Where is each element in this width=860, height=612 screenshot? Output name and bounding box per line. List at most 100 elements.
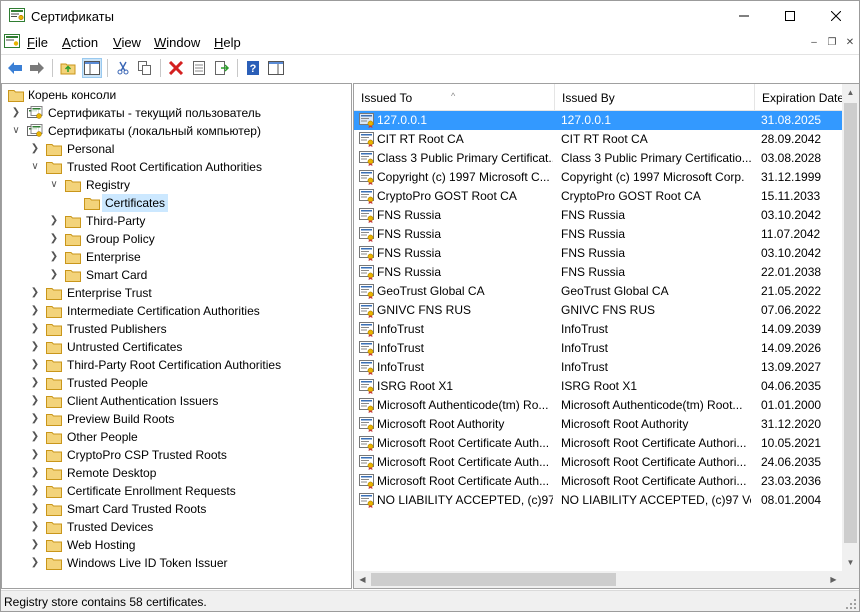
certificate-row[interactable]: Copyright (c) 1997 Microsoft C... Copyrig… [354,168,842,187]
column-header-issued-to[interactable]: Issued To ^ [354,84,555,110]
copy-button[interactable] [135,58,155,78]
certificate-row[interactable]: Class 3 Public Primary Certificat... Clas… [354,149,842,168]
tree-item-store[interactable]: ❯ Other People [2,428,342,446]
chevron-right-icon[interactable]: ❯ [29,500,41,518]
scroll-right-icon[interactable]: ▶ [825,571,842,588]
scroll-up-icon[interactable]: ▲ [842,84,859,101]
help-button[interactable]: ? [243,58,263,78]
scroll-left-icon[interactable]: ◀ [354,571,371,588]
title-bar[interactable]: Сертификаты [1,1,859,31]
certificate-row[interactable]: GeoTrust Global CA GeoTrust Global CA 21.0… [354,282,842,301]
menu-file[interactable]: File [27,35,48,50]
chevron-right-icon[interactable]: ❯ [29,446,41,464]
back-button[interactable] [5,58,25,78]
chevron-right-icon[interactable]: ❯ [29,518,41,536]
tree-item-store[interactable]: ❯ Third-Party Root Certification Authorit… [2,356,342,374]
certificate-row[interactable]: FNS Russia FNS Russia 03.10.2042 [354,206,842,225]
chevron-right-icon[interactable]: ❯ [48,266,60,284]
vertical-scroll-thumb[interactable] [844,103,857,543]
chevron-right-icon[interactable]: ❯ [10,104,22,122]
horizontal-scroll-thumb[interactable] [371,573,616,586]
console-tree[interactable]: Корень консоли ❯ Сертификаты - текущий п… [1,83,352,589]
resize-grip-icon[interactable] [845,598,857,610]
tree-item-store[interactable]: ❯ Certificate Enrollment Requests [2,482,342,500]
chevron-right-icon[interactable]: ❯ [29,536,41,554]
scroll-down-icon[interactable]: ▼ [842,554,859,571]
tree-item-root[interactable]: Корень консоли [2,86,342,104]
menu-window[interactable]: Window [154,35,200,50]
chevron-right-icon[interactable]: ❯ [29,410,41,428]
chevron-right-icon[interactable]: ❯ [29,464,41,482]
tree-item-store[interactable]: ❯ Remote Desktop [2,464,342,482]
tree-item-store[interactable]: ❯ Intermediate Certification Authorities [2,302,342,320]
up-level-button[interactable] [58,58,78,78]
minimize-button[interactable] [721,1,767,31]
tree-item-store[interactable]: ❯ Web Hosting [2,536,342,554]
delete-button[interactable] [166,58,186,78]
vertical-scrollbar[interactable]: ▲ ▼ [842,84,859,571]
chevron-down-icon[interactable]: ∨ [10,122,22,140]
certificate-row[interactable]: CryptoPro GOST Root CA CryptoPro GOST Roo… [354,187,842,206]
tree-item-personal[interactable]: ❯ Personal [2,140,342,158]
tree-item-store[interactable]: ❯ Untrusted Certificates [2,338,342,356]
column-header-issued-by[interactable]: Issued By [555,84,755,110]
chevron-right-icon[interactable]: ❯ [48,212,60,230]
certificate-row[interactable]: FNS Russia FNS Russia 22.01.2038 [354,263,842,282]
chevron-right-icon[interactable]: ❯ [29,338,41,356]
tree-item-local-computer[interactable]: ∨ Сертификаты (локальный компьютер) [2,122,342,140]
certificate-row[interactable]: InfoTrust InfoTrust 13.09.2027 [354,358,842,377]
tree-item-store[interactable]: ❯ Windows Live ID Token Issuer [2,554,342,572]
chevron-down-icon[interactable]: ∨ [48,176,60,194]
tree-item-store[interactable]: ❯ CryptoPro CSP Trusted Roots [2,446,342,464]
tree-item-store[interactable]: ❯ Client Authentication Issuers [2,392,342,410]
chevron-right-icon[interactable]: ❯ [29,140,41,158]
chevron-right-icon[interactable]: ❯ [29,374,41,392]
certificate-row[interactable]: CIT RT Root CA CIT RT Root CA 28.09.2042 [354,130,842,149]
certificate-row[interactable]: FNS Russia FNS Russia 11.07.2042 [354,225,842,244]
certificate-row[interactable]: Microsoft Root Certificate Auth... Micros… [354,453,842,472]
mdi-close-button[interactable]: ✕ [841,35,859,51]
tree-item-third-party[interactable]: ❯ Third-Party [2,212,342,230]
action-pane-button[interactable] [266,58,286,78]
certificate-row[interactable]: InfoTrust InfoTrust 14.09.2039 [354,320,842,339]
certificate-row[interactable]: 127.0.0.1 127.0.0.1 31.08.2025 [354,111,842,130]
chevron-right-icon[interactable]: ❯ [29,302,41,320]
tree-item-store[interactable]: ❯ Enterprise Trust [2,284,342,302]
chevron-right-icon[interactable]: ❯ [29,554,41,572]
tree-item-store[interactable]: ❯ Smart Card Trusted Roots [2,500,342,518]
tree-item-smart-card[interactable]: ❯ Smart Card [2,266,342,284]
show-hide-console-tree-button[interactable] [82,58,102,78]
certificate-row[interactable]: ISRG Root X1 ISRG Root X1 04.06.2035 [354,377,842,396]
menu-action[interactable]: Action [62,35,98,50]
chevron-right-icon[interactable]: ❯ [29,356,41,374]
chevron-right-icon[interactable]: ❯ [29,320,41,338]
console-menu-icon[interactable] [4,34,20,48]
chevron-right-icon[interactable]: ❯ [29,392,41,410]
tree-item-current-user[interactable]: ❯ Сертификаты - текущий пользователь [2,104,342,122]
maximize-button[interactable] [767,1,813,31]
tree-item-store[interactable]: ❯ Trusted People [2,374,342,392]
cut-button[interactable] [113,58,133,78]
tree-item-store[interactable]: ❯ Trusted Publishers [2,320,342,338]
export-list-button[interactable] [212,58,232,78]
certificate-row[interactable]: InfoTrust InfoTrust 14.09.2026 [354,339,842,358]
chevron-right-icon[interactable]: ❯ [48,230,60,248]
mdi-minimize-button[interactable]: – [805,35,823,51]
certificate-row[interactable]: Microsoft Root Authority Microsoft Root A… [354,415,842,434]
certificate-row[interactable]: GNIVC FNS RUS GNIVC FNS RUS 07.06.2022 [354,301,842,320]
chevron-down-icon[interactable]: ∨ [29,158,41,176]
chevron-right-icon[interactable]: ❯ [29,428,41,446]
certificate-list-view[interactable]: Issued To ^ Issued By Expiration Date 12… [353,83,859,589]
menu-help[interactable]: Help [214,35,241,50]
close-button[interactable] [813,1,859,31]
menu-view[interactable]: View [113,35,141,50]
chevron-right-icon[interactable]: ❯ [48,248,60,266]
chevron-right-icon[interactable]: ❯ [29,482,41,500]
certificate-row[interactable]: Microsoft Root Certificate Auth... Micros… [354,434,842,453]
chevron-right-icon[interactable]: ❯ [29,284,41,302]
certificate-row[interactable]: Microsoft Authenticode(tm) Ro... Microsof… [354,396,842,415]
tree-item-store[interactable]: ❯ Trusted Devices [2,518,342,536]
tree-item-registry[interactable]: ∨ Registry [2,176,342,194]
tree-item-group-policy[interactable]: ❯ Group Policy [2,230,342,248]
tree-item-certificates[interactable]: Certificates [2,194,342,212]
